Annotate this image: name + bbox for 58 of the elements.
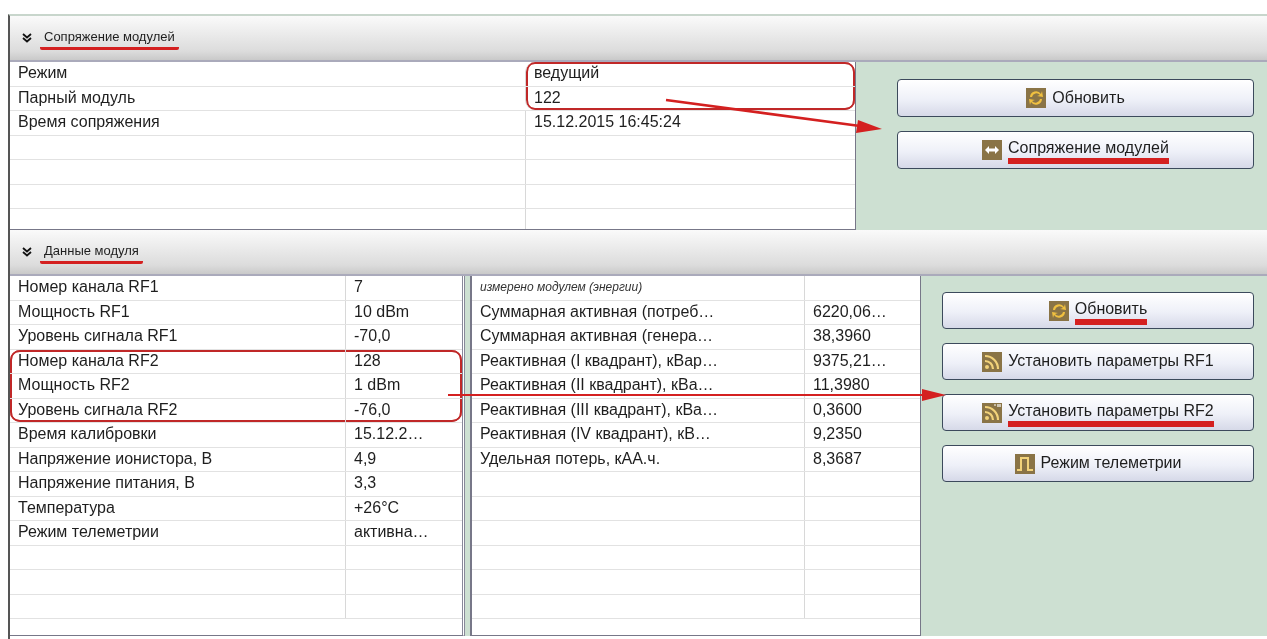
table-caption: измерено модулем (энергии): [479, 279, 644, 296]
table-cell-text: Реактивная (III квадрант), кВа…: [479, 399, 719, 420]
table-cell-text: Мощность RF1: [17, 301, 131, 322]
table-cell: 9,2350: [804, 423, 920, 447]
table-cell-text: Напряжение ионистора, В: [17, 448, 214, 469]
table-cell-text: Реактивная (I квадрант), кВар…: [479, 350, 719, 371]
action-button[interactable]: Режим телеметрии: [942, 445, 1254, 482]
table-cell: 9375,21…: [804, 349, 920, 373]
table-cell-text: Уровень сигнала RF1: [17, 326, 179, 346]
table-cell-text: Парный модуль: [17, 87, 137, 108]
table-cell: 11,3980: [804, 374, 920, 398]
table-cell: Уровень сигнала RF2: [10, 398, 345, 422]
table-cell: 8,3687: [804, 447, 920, 471]
table-cell-text: Время калибровки: [17, 424, 158, 444]
table-cell-text: Режим: [17, 63, 69, 83]
table-cell-text: Номер канала RF1: [17, 277, 160, 297]
pulse-icon: [1014, 453, 1035, 474]
refresh-icon: [1026, 88, 1047, 108]
table-cell-text: Суммарная активная (потреб…: [479, 301, 716, 322]
table-cell: Мощность RF2: [10, 374, 345, 398]
table-cell: ведущий: [525, 62, 855, 86]
refresh-icon: [1048, 300, 1069, 321]
table-cell: 6220,06…: [804, 300, 920, 324]
table-cell: 128: [345, 349, 462, 373]
table-cell: -70,0: [345, 325, 462, 349]
section-header[interactable]: Сопряжение модулей: [10, 16, 1267, 62]
signal-icon: [982, 402, 1003, 423]
table-cell: 4,9: [345, 447, 462, 471]
table-cell: 7: [345, 276, 462, 300]
section-header[interactable]: Данные модуля: [10, 230, 1267, 276]
table-cell-text: Напряжение питания, В: [17, 473, 196, 493]
section-title: Сопряжение модулей: [40, 26, 179, 50]
table-cell-text: Реактивная (II квадрант), кВа…: [479, 375, 715, 395]
table-cell: 122: [525, 86, 855, 110]
action-button[interactable]: Обновить: [897, 79, 1254, 117]
table-cell: 15.12.2015 16:45:24: [525, 111, 855, 135]
table-cell: +26°C: [345, 496, 462, 520]
table-cell: 10 dBm: [345, 300, 462, 324]
table-cell: -76,0: [345, 398, 462, 422]
table-cell-text: Удельная потерь, кАА.ч.: [479, 448, 662, 469]
table-cell-text: Температура: [17, 497, 116, 518]
table-cell: активна…: [345, 521, 462, 545]
table-cell-text: Реактивная (IV квадрант), кВ…: [479, 424, 712, 444]
action-button[interactable]: Обновить: [942, 292, 1254, 329]
action-button[interactable]: Установить параметры RF1: [942, 343, 1254, 380]
table-cell-text: Время сопряжения: [17, 112, 161, 132]
section-title: Данные модуля: [40, 240, 143, 264]
table-cell: 3,3: [345, 472, 462, 496]
action-button[interactable]: Сопряжение модулей: [897, 131, 1254, 169]
table-cell: 38,3960: [804, 325, 920, 349]
table-cell-text: Суммарная активная (генера…: [479, 326, 714, 346]
action-button[interactable]: Установить параметры RF2: [942, 394, 1254, 431]
table-cell: 15.12.2…: [345, 423, 462, 447]
table-cell: 0,3600: [804, 398, 920, 422]
table-cell-text: Режим телеметрии: [17, 522, 160, 542]
signal-icon: [982, 351, 1003, 372]
table-cell: 1 dBm: [345, 374, 462, 398]
table-cell: Номер канала RF2: [10, 349, 345, 373]
